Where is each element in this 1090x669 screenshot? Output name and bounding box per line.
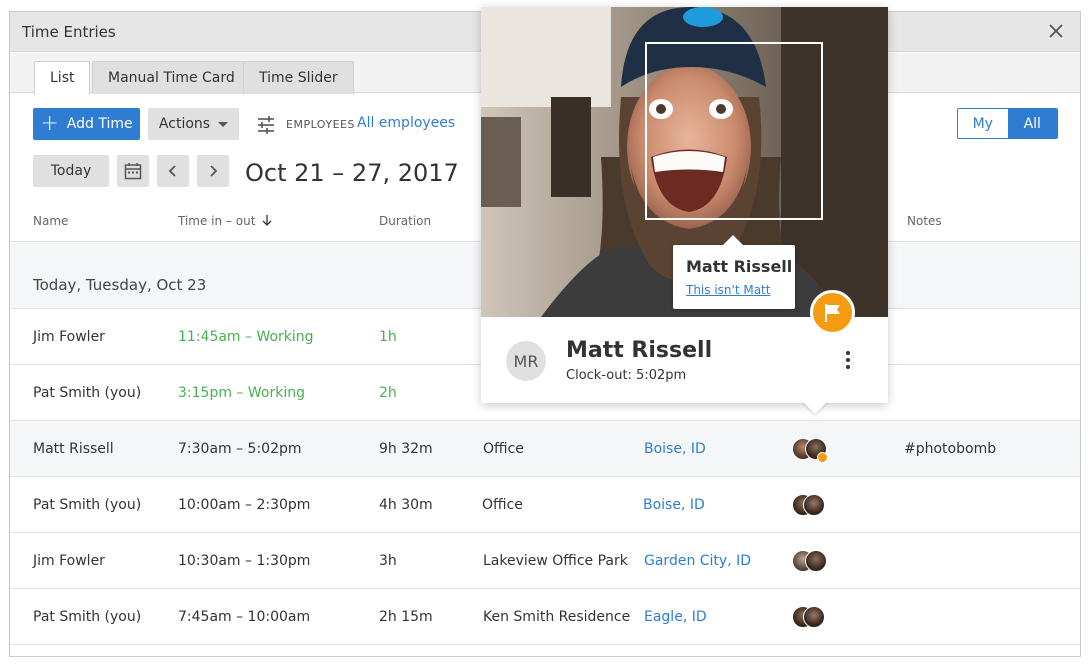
actions-label: Actions [158,116,211,132]
row-name: Pat Smith (you) [33,497,142,513]
photo-thumbnails[interactable] [792,438,832,463]
clock-out-photo [803,494,825,516]
row-job: Office [482,497,523,513]
row-duration: 9h 32m [379,441,433,457]
next-week-button[interactable] [197,155,229,187]
previous-week-button[interactable] [157,155,189,187]
add-time-label: Add Time [66,116,133,132]
tab-time-slider[interactable]: Time Slider [243,61,354,94]
flag-icon [824,303,840,322]
chevron-left-icon [168,165,176,177]
row-name: Pat Smith (you) [33,609,142,625]
row-time: 11:45am – Working [178,329,314,345]
clock-out-photo-large: Matt Rissell This isn't Matt [481,7,888,317]
row-duration: 2h [379,385,397,401]
actions-button[interactable]: Actions [148,108,239,140]
more-vertical-icon[interactable] [841,349,855,371]
toggle-my-button[interactable]: My [958,109,1008,138]
chevron-down-icon [218,121,229,127]
date-range-title: Oct 21 – 27, 2017 [245,159,459,187]
my-all-toggle: My All [957,108,1058,139]
calendar-icon [124,163,142,180]
column-time-label: Time in – out [178,214,256,228]
row-name: Jim Fowler [33,553,105,569]
row-name: Pat Smith (you) [33,385,142,401]
row-location-link[interactable]: Boise, ID [644,441,706,457]
arrow-down-icon [262,215,272,226]
close-icon[interactable] [1046,21,1066,41]
window-title: Time Entries [22,23,116,41]
clock-out-photo [805,550,827,572]
table-row[interactable]: Pat Smith (you) 7:45am – 10:00am 2h 15m … [10,589,1080,645]
row-job: Lakeview Office Park [483,553,628,569]
not-this-person-link[interactable]: This isn't Matt [686,283,770,297]
table-row[interactable]: Pat Smith (you) 10:00am – 2:30pm 4h 30m … [10,477,1080,533]
face-match-tooltip: Matt Rissell This isn't Matt [673,235,795,309]
column-time[interactable]: Time in – out [178,214,272,228]
photo-thumbnails[interactable] [792,494,832,518]
flag-button[interactable] [810,290,855,335]
face-detection-box [645,42,823,220]
table-row[interactable]: Jim Fowler 10:30am – 1:30pm 3h Lakeview … [10,533,1080,589]
row-duration: 4h 30m [379,497,433,513]
row-time: 10:30am – 1:30pm [178,553,311,569]
matched-name: Matt Rissell [686,257,793,276]
row-time: 10:00am – 2:30pm [178,497,311,513]
row-name: Jim Fowler [33,329,105,345]
row-location-link[interactable]: Boise, ID [643,497,705,513]
add-time-button[interactable]: + Add Time [33,108,140,140]
row-time: 7:30am – 5:02pm [178,441,302,457]
row-job: Ken Smith Residence [483,609,631,625]
column-name[interactable]: Name [33,214,68,228]
tab-list[interactable]: List [34,61,91,95]
row-time: 7:45am – 10:00am [178,609,311,625]
employee-name: Matt Rissell [566,338,713,363]
column-notes[interactable]: Notes [907,214,942,228]
row-duration: 1h [379,329,397,345]
tab-manual-time-card[interactable]: Manual Time Card [92,61,251,94]
popover-arrow [801,400,829,414]
photo-thumbnails[interactable] [792,606,832,630]
chevron-right-icon [210,165,218,177]
employees-filter-link[interactable]: All employees [357,115,455,131]
clock-out-photo [803,606,825,628]
avatar: MR [506,341,546,381]
table-row[interactable]: Matt Rissell 7:30am – 5:02pm 9h 32m Offi… [10,421,1080,477]
row-duration: 2h 15m [379,609,433,625]
calendar-button[interactable] [117,155,149,187]
row-duration: 3h [379,553,397,569]
row-name: Matt Rissell [33,441,114,457]
day-group-label: Today, Tuesday, Oct 23 [33,276,207,294]
row-location-link[interactable]: Eagle, ID [644,609,707,625]
photo-popover: Matt Rissell This isn't Matt MR Matt Ris… [481,7,888,414]
flag-icon [817,452,828,463]
photo-thumbnails[interactable] [792,550,832,574]
clock-out-time: Clock-out: 5:02pm [566,368,687,383]
plus-icon: + [40,111,59,136]
row-job: Office [483,441,524,457]
today-button[interactable]: Today [33,155,109,187]
toggle-all-button[interactable]: All [1007,109,1057,138]
employees-label: EMPLOYEES [286,118,355,131]
row-location-link[interactable]: Garden City, ID [644,553,751,569]
row-time: 3:15pm – Working [178,385,305,401]
row-notes: #photobomb [904,441,997,457]
sliders-icon[interactable] [256,115,276,135]
column-duration[interactable]: Duration [379,214,431,228]
